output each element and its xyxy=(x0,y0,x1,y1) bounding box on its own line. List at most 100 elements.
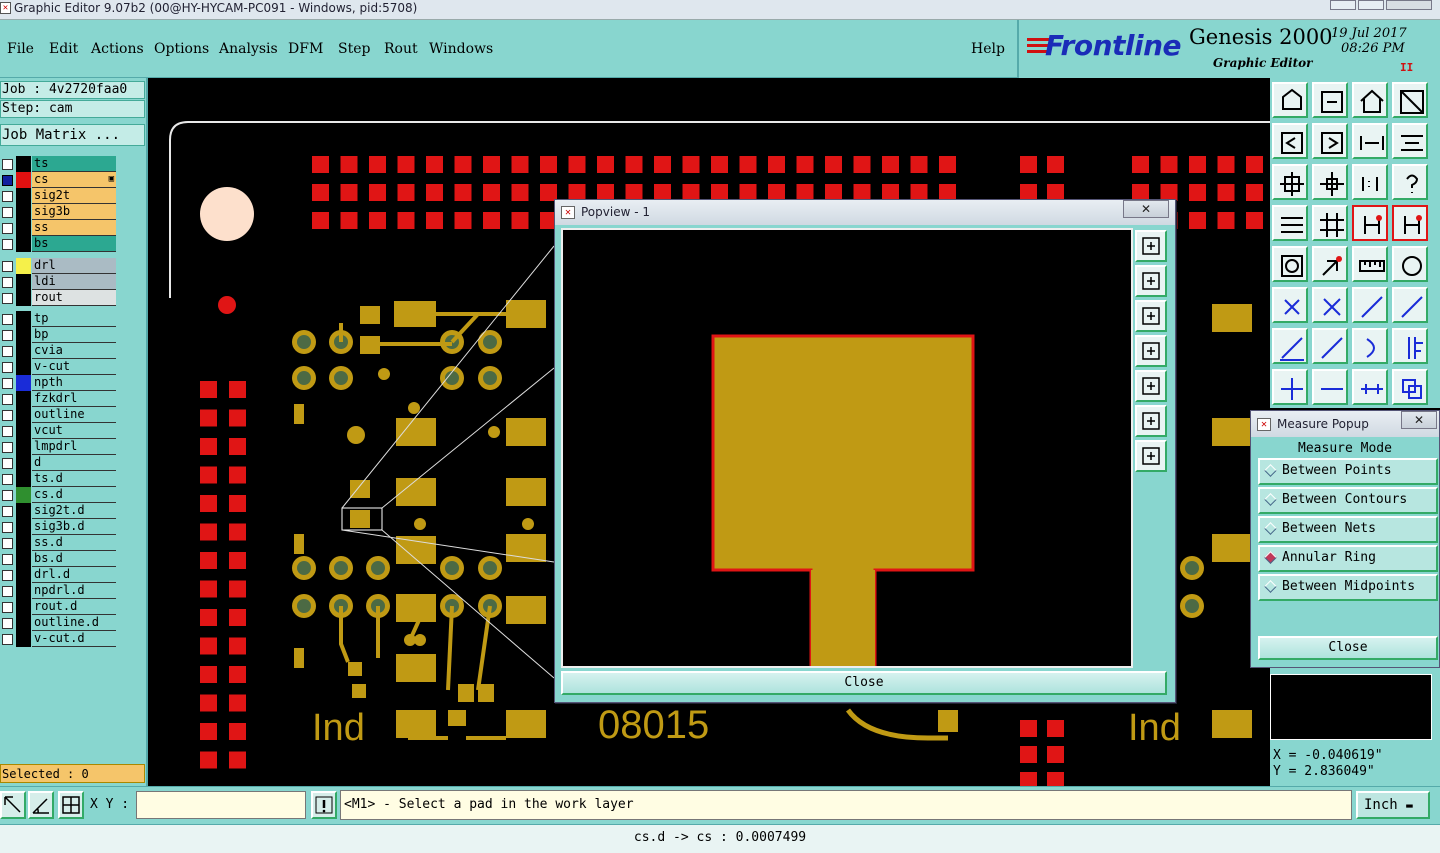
layer-row-drl[interactable]: drl xyxy=(0,258,118,274)
trim-icon[interactable] xyxy=(1312,369,1348,405)
menu-analysis[interactable]: Analysis xyxy=(219,41,278,57)
layer-checkbox[interactable] xyxy=(2,522,13,533)
layer-color-swatch[interactable] xyxy=(16,204,31,220)
layer-checkbox[interactable] xyxy=(2,538,13,549)
layer-color-swatch[interactable] xyxy=(16,258,31,274)
move-icon[interactable] xyxy=(1272,369,1308,405)
split-icon[interactable] xyxy=(1392,328,1428,364)
measure-close-button[interactable]: Close xyxy=(1258,636,1438,660)
layer-row-v-cut[interactable]: v-cut xyxy=(0,359,118,375)
layer-checkbox[interactable] xyxy=(2,602,13,613)
layer-name[interactable]: outline xyxy=(32,407,116,423)
cut-icon[interactable] xyxy=(1312,246,1348,282)
layer-row-sig3b[interactable]: sig3b xyxy=(0,204,118,220)
layer-name[interactable]: npdrl.d xyxy=(32,583,116,599)
pan-left-icon[interactable] xyxy=(1272,123,1308,159)
layer-name[interactable]: rout.d xyxy=(32,599,116,615)
layer-checkbox[interactable] xyxy=(2,261,13,272)
layer-checkbox[interactable] xyxy=(2,362,13,373)
arc-icon[interactable] xyxy=(1352,328,1388,364)
layer-row-lmpdrl[interactable]: lmpdrl xyxy=(0,439,118,455)
layer-checkbox[interactable] xyxy=(2,618,13,629)
ruler-icon[interactable] xyxy=(1352,246,1388,282)
layer-row-npdrl.d[interactable]: npdrl.d xyxy=(0,583,118,599)
fit-icon[interactable] xyxy=(1272,164,1308,200)
layer-row-cvia[interactable]: cvia xyxy=(0,343,118,359)
point-line-icon[interactable] xyxy=(1352,287,1388,323)
layer-row-npth[interactable]: npth xyxy=(0,375,118,391)
layer-row-v-cut.d[interactable]: v-cut.d xyxy=(0,631,118,647)
layer-row-d[interactable]: d xyxy=(0,455,118,471)
layer-color-swatch[interactable] xyxy=(16,471,31,487)
layer-checkbox[interactable] xyxy=(2,490,13,501)
maximize-button[interactable] xyxy=(1358,0,1384,10)
layer-name[interactable]: sig3b xyxy=(32,204,116,220)
net-select-icon[interactable] xyxy=(1352,205,1388,241)
layer-color-swatch[interactable] xyxy=(16,359,31,375)
layer-color-swatch[interactable] xyxy=(16,343,31,359)
layer-checkbox[interactable] xyxy=(2,634,13,645)
measure-option-between-nets[interactable]: Between Nets xyxy=(1258,516,1438,543)
features-icon[interactable] xyxy=(1272,205,1308,241)
copy-icon[interactable] xyxy=(1392,369,1428,405)
layer-checkbox[interactable] xyxy=(2,175,13,186)
layer-name[interactable]: cvia xyxy=(32,343,116,359)
layer-color-swatch[interactable] xyxy=(16,423,31,439)
layer-color-swatch[interactable] xyxy=(16,156,31,172)
popview-center-icon[interactable] xyxy=(1135,440,1167,472)
layer-checkbox[interactable] xyxy=(2,330,13,341)
layer-name[interactable]: ts.d xyxy=(32,471,116,487)
layer-checkbox[interactable] xyxy=(2,394,13,405)
measure-option-annular-ring[interactable]: Annular Ring xyxy=(1258,545,1438,572)
layer-checkbox[interactable] xyxy=(2,293,13,304)
layer-row-cs.d[interactable]: cs.d xyxy=(0,487,118,503)
layer-checkbox[interactable] xyxy=(2,506,13,517)
diag-line-icon[interactable] xyxy=(1312,328,1348,364)
layer-row-ldi[interactable]: ldi xyxy=(0,274,118,290)
layer-row-sig2t.d[interactable]: sig2t.d xyxy=(0,503,118,519)
layer-name[interactable]: v-cut xyxy=(32,359,116,375)
measure-icon[interactable] xyxy=(1352,369,1388,405)
popview-x-button[interactable]: ✕ xyxy=(1123,200,1169,218)
layer-color-swatch[interactable] xyxy=(16,274,31,290)
net-highlight-icon[interactable] xyxy=(1392,205,1428,241)
layer-name[interactable]: sig2t xyxy=(32,188,116,204)
layer-name[interactable]: npth xyxy=(32,375,116,391)
popview-zoom-view[interactable] xyxy=(561,228,1133,668)
measure-option-between-contours[interactable]: Between Contours xyxy=(1258,487,1438,514)
snap-icon[interactable] xyxy=(0,791,26,819)
layer-color-swatch[interactable] xyxy=(16,290,31,306)
menu-file[interactable]: File xyxy=(7,41,34,57)
connect-icon[interactable] xyxy=(1272,287,1308,323)
flip-icon[interactable] xyxy=(1352,123,1388,159)
layer-row-cs[interactable]: cs ▣ xyxy=(0,172,118,188)
menu-rout[interactable]: Rout xyxy=(384,41,418,57)
layer-checkbox[interactable] xyxy=(2,426,13,437)
layer-checkbox[interactable] xyxy=(2,458,13,469)
layer-checkbox[interactable] xyxy=(2,223,13,234)
xy-input[interactable] xyxy=(136,791,306,819)
menu-edit[interactable]: Edit xyxy=(49,41,78,57)
layer-name[interactable]: sig3b.d xyxy=(32,519,116,535)
layer-row-outline.d[interactable]: outline.d xyxy=(0,615,118,631)
layer-color-swatch[interactable] xyxy=(16,599,31,615)
circle-fill-icon[interactable] xyxy=(1392,246,1428,282)
pan-right-icon[interactable] xyxy=(1312,123,1348,159)
layer-row-rout[interactable]: rout xyxy=(0,290,118,306)
layer-name[interactable]: cs.d xyxy=(32,487,116,503)
layer-name[interactable]: vcut xyxy=(32,423,116,439)
layer-checkbox[interactable] xyxy=(2,410,13,421)
layer-name[interactable]: v-cut.d xyxy=(32,631,116,647)
zoom-house-icon[interactable] xyxy=(1352,82,1388,118)
menu-options[interactable]: Options xyxy=(154,41,209,57)
zoom-home-icon[interactable] xyxy=(1272,82,1308,118)
layer-color-swatch[interactable] xyxy=(16,311,31,327)
layer-name[interactable]: lmpdrl xyxy=(32,439,116,455)
layer-name[interactable]: ldi xyxy=(32,274,116,290)
layer-row-rout.d[interactable]: rout.d xyxy=(0,599,118,615)
help-icon[interactable] xyxy=(1392,164,1428,200)
layer-color-swatch[interactable] xyxy=(16,172,31,188)
scale-1to1-icon[interactable] xyxy=(1352,164,1388,200)
menu-help[interactable]: Help xyxy=(971,41,1005,57)
center-icon[interactable] xyxy=(1312,164,1348,200)
